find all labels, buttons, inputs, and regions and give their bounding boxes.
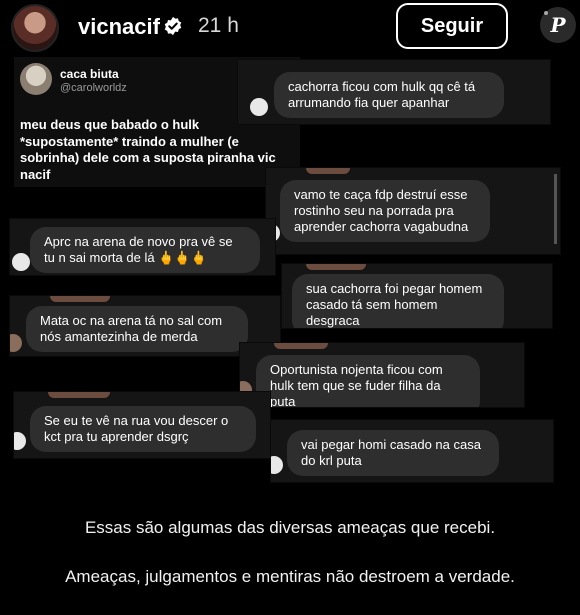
follow-button[interactable]: Seguir	[396, 3, 508, 49]
message-screenshot: Oportunista nojenta ficou com hulk tem q…	[240, 343, 524, 407]
sender-avatar	[250, 98, 268, 116]
message-screenshot: cachorra ficou com hulk qq cê tá arruman…	[238, 60, 550, 124]
cropped-image-edge	[274, 343, 328, 349]
message-bubble: Se eu te vê na rua vou descer o kct pra …	[30, 406, 256, 452]
message-screenshot: vamo te caça fdp destruí esse rostinho s…	[266, 168, 560, 254]
message-screenshot: Aprc na arena de novo pra vê se tu n sai…	[10, 219, 275, 275]
tweet-avatar	[20, 63, 52, 95]
tweet-author-handle: @carolworldz	[60, 82, 127, 94]
message-bubble: cachorra ficou com hulk qq cê tá arruman…	[274, 72, 504, 118]
message-bubble: Oportunista nojenta ficou com hulk tem q…	[256, 355, 480, 407]
tweet-text: meu deus que babado o hulk *supostamente…	[20, 117, 276, 182]
profile-avatar[interactable]	[11, 4, 59, 52]
message-bubble: vamo te caça fdp destruí esse rostinho s…	[280, 180, 490, 242]
watermark-logo: P	[540, 7, 576, 43]
message-screenshot: vai pegar homi casado na casa do krl put…	[271, 420, 553, 482]
sender-avatar	[14, 432, 26, 450]
cropped-image-edge	[50, 296, 110, 302]
sender-avatar	[10, 334, 22, 352]
message-screenshot: sua cachorra foi pegar homem casado tá s…	[282, 264, 552, 328]
message-bubble: sua cachorra foi pegar homem casado tá s…	[292, 274, 504, 328]
message-screenshot: Se eu te vê na rua vou descer o kct pra …	[14, 392, 270, 458]
message-bubble: Aprc na arena de novo pra vê se tu n sai…	[30, 227, 260, 273]
story-header: vicnacif 21 h Seguir P	[0, 0, 580, 56]
sender-avatar	[12, 253, 30, 271]
tweet-author-name: caca biuta	[60, 67, 119, 81]
caption-line: Ameaças, julgamentos e mentiras não dest…	[65, 567, 515, 586]
cropped-image-edge	[306, 264, 366, 270]
verified-badge-icon	[164, 16, 182, 36]
scrollbar[interactable]	[554, 174, 557, 244]
sender-avatar	[271, 456, 283, 474]
cropped-image-edge	[48, 392, 110, 398]
username[interactable]: vicnacif	[78, 14, 160, 40]
message-bubble: Mata oc na arena tá no sal com nós amant…	[26, 306, 248, 352]
message-bubble: vai pegar homi casado na casa do krl put…	[287, 430, 499, 476]
post-time: 21 h	[198, 14, 239, 37]
caption-line: Essas são algumas das diversas ameaças q…	[84, 518, 496, 537]
cropped-image-edge	[306, 168, 350, 174]
